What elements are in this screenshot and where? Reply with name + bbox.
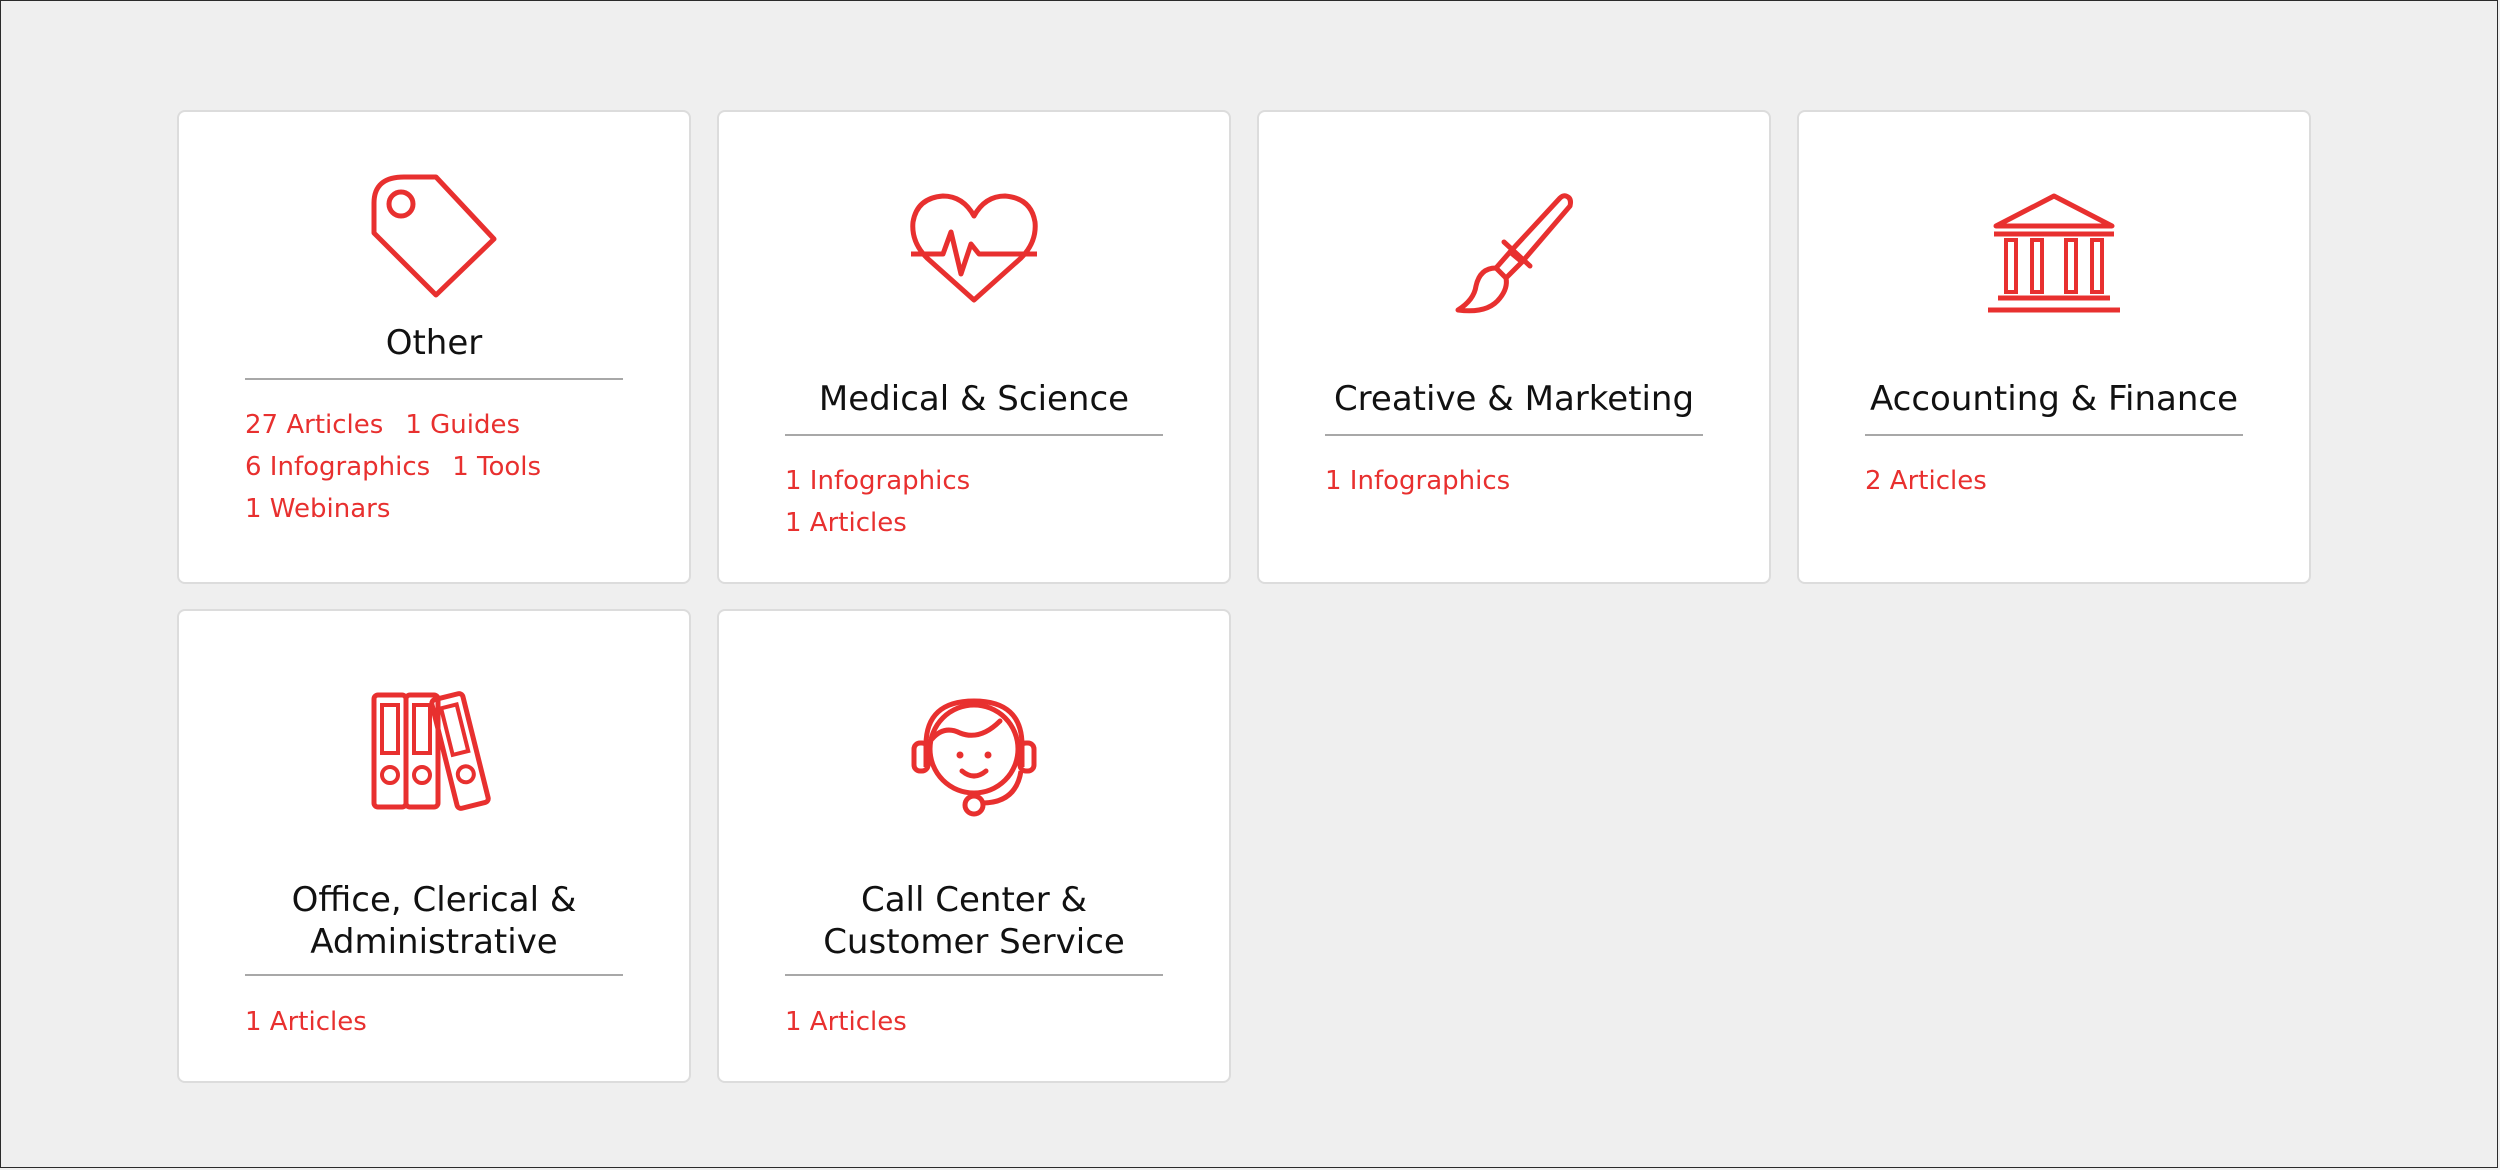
link-articles[interactable]: 1 Articles [785,1006,907,1038]
link-articles[interactable]: 2 Articles [1865,465,1987,497]
binders-icon [179,689,689,815]
divider [245,974,623,976]
bank-icon [1799,192,2309,316]
divider [785,434,1163,436]
category-grid-page: Other 27 Articles 1 Guides 6 Infographic… [0,0,2498,1168]
category-card-accounting-finance[interactable]: Accounting & Finance 2 Articles [1797,110,2311,584]
category-card-other[interactable]: Other 27 Articles 1 Guides 6 Infographic… [177,110,691,584]
heartbeat-icon [719,190,1229,310]
divider [1865,434,2243,436]
link-infographics[interactable]: 1 Infographics [785,465,970,497]
link-articles[interactable]: 1 Articles [245,1006,367,1038]
resource-links: 1 Infographics [1325,465,1625,497]
category-title[interactable]: Office, Clerical & Administrative [245,879,623,963]
category-title[interactable]: Other [245,322,623,364]
link-articles[interactable]: 27 Articles [245,409,383,441]
category-card-medical-science[interactable]: Medical & Science 1 Infographics 1 Artic… [717,110,1231,584]
link-guides[interactable]: 1 Guides [405,409,520,441]
divider [785,974,1163,976]
tag-icon [179,167,689,307]
category-title[interactable]: Call Center & Customer Service [785,879,1163,963]
resource-links: 1 Articles [245,1006,545,1038]
link-articles[interactable]: 1 Articles [785,507,907,539]
link-tools[interactable]: 1 Tools [452,451,541,483]
category-title[interactable]: Accounting & Finance [1865,378,2243,420]
divider [1325,434,1703,436]
link-infographics[interactable]: 6 Infographics [245,451,430,483]
category-card-creative-marketing[interactable]: Creative & Marketing 1 Infographics [1257,110,1771,584]
category-card-office-clerical-administrative[interactable]: Office, Clerical & Administrative 1 Arti… [177,609,691,1083]
link-webinars[interactable]: 1 Webinars [245,493,390,525]
link-infographics[interactable]: 1 Infographics [1325,465,1510,497]
resource-links: 27 Articles 1 Guides 6 Infographics 1 To… [245,409,545,525]
resource-links: 1 Articles [785,1006,1085,1038]
category-card-call-center-customer-service[interactable]: Call Center & Customer Service 1 Article… [717,609,1231,1083]
paintbrush-icon [1259,190,1769,320]
category-title[interactable]: Medical & Science [785,378,1163,420]
category-title[interactable]: Creative & Marketing [1325,378,1703,420]
resource-links: 1 Infographics 1 Articles [785,465,1085,539]
resource-links: 2 Articles [1865,465,2165,497]
divider [245,378,623,380]
headset-agent-icon [719,687,1229,823]
